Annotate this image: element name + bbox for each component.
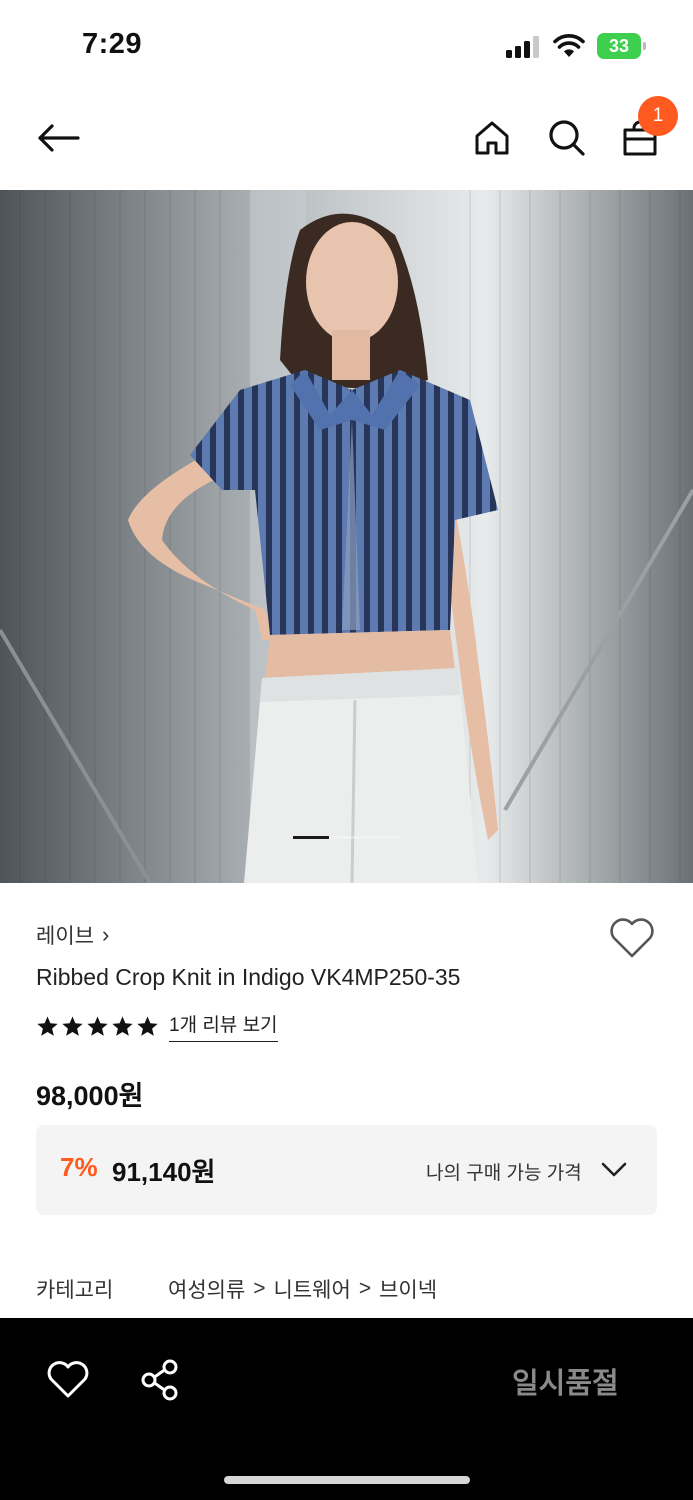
- star-icon: [112, 1015, 133, 1036]
- category-row: 카테고리 여성의류 > 니트웨어 > 브이넥: [36, 1274, 437, 1304]
- status-time: 7:29: [82, 28, 143, 60]
- original-price: 98,000원: [36, 1081, 144, 1111]
- battery-icon: 33: [597, 33, 647, 59]
- discount-rate: 7%: [60, 1152, 98, 1182]
- category-crumb-1[interactable]: 여성의류: [168, 1274, 245, 1304]
- category-crumb-2[interactable]: 니트웨어: [274, 1274, 351, 1304]
- search-icon: [549, 120, 585, 156]
- review-link[interactable]: 1개 리뷰 보기: [169, 1010, 278, 1042]
- star-icon: [137, 1015, 158, 1036]
- discounted-price: 91,140원: [112, 1157, 216, 1187]
- heart-icon: [47, 1361, 89, 1398]
- chevron-right-icon: ›: [101, 922, 110, 947]
- category-crumb-3[interactable]: 브이넥: [379, 1274, 437, 1304]
- wishlist-bottom-button[interactable]: [46, 1360, 90, 1404]
- chevron-right-icon: >: [358, 1277, 372, 1300]
- chevron-down-icon: [601, 1162, 627, 1177]
- category-label: 카테고리: [36, 1279, 114, 1302]
- chevron-right-icon: >: [253, 1277, 266, 1300]
- rating-stars: [36, 1015, 159, 1038]
- product-image[interactable]: [0, 190, 693, 883]
- product-photo-illustration: [0, 190, 693, 883]
- brand-link[interactable]: 레이브 ›: [36, 920, 109, 950]
- my-price-label: 나의 구매 가능 가격: [426, 1163, 582, 1184]
- star-icon: [62, 1015, 83, 1036]
- status-bar: 7:29 33: [0, 0, 693, 90]
- soldout-button[interactable]: 일시품절: [512, 1360, 619, 1402]
- share-button[interactable]: [138, 1358, 182, 1402]
- wishlist-button[interactable]: [608, 916, 656, 964]
- carousel-indicator: [293, 836, 329, 839]
- cart-count-badge: 1: [638, 96, 678, 136]
- search-button[interactable]: [540, 110, 594, 166]
- star-icon: [37, 1015, 58, 1036]
- back-button[interactable]: [28, 110, 88, 166]
- wifi-icon: [553, 33, 585, 59]
- heart-icon: [610, 918, 654, 958]
- product-title: Ribbed Crop Knit in Indigo VK4MP250-35: [36, 964, 461, 990]
- home-icon: [475, 121, 509, 155]
- share-icon: [141, 1359, 178, 1401]
- bottom-action-bar: 일시품절: [0, 1318, 693, 1500]
- top-nav: 1: [0, 90, 693, 190]
- star-icon: [87, 1015, 108, 1036]
- cellular-signal-icon: [506, 36, 542, 58]
- home-button[interactable]: [466, 110, 518, 166]
- discount-price-box[interactable]: 7% 91,140원 나의 구매 가능 가격: [36, 1125, 657, 1215]
- home-indicator: [224, 1476, 470, 1484]
- rating-row: 1개 리뷰 보기: [36, 1010, 278, 1042]
- brand-name: 레이브: [36, 925, 94, 948]
- battery-percent: 33: [608, 36, 630, 56]
- arrow-left-icon: [38, 124, 80, 152]
